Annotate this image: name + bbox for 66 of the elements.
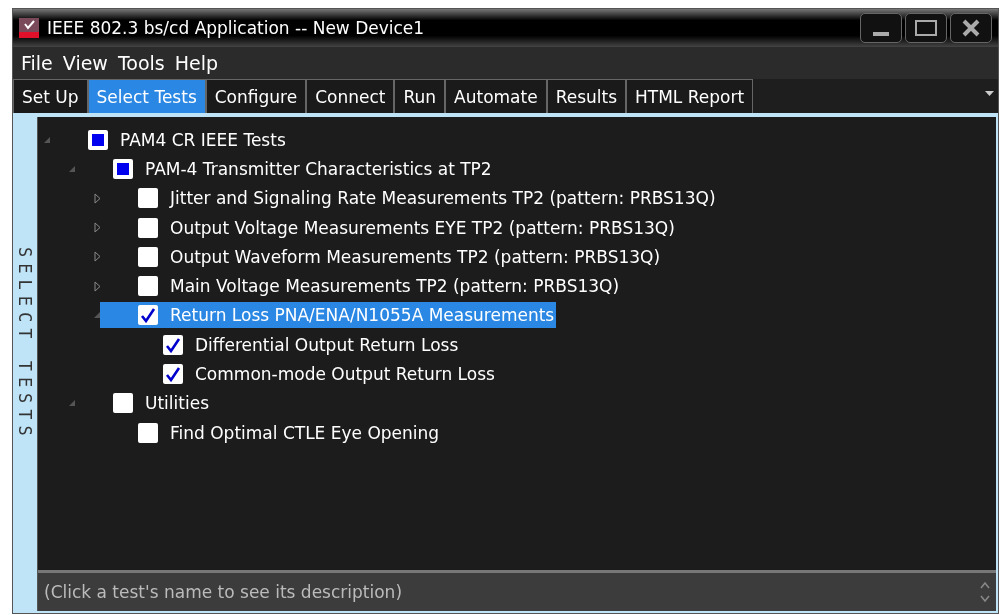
tree-item[interactable]: Output Waveform Measurements TP2 (pattern: PRBS13Q)	[100, 243, 663, 270]
tree-item[interactable]: Main Voltage Measurements TP2 (pattern: PRBS13Q)	[100, 273, 622, 300]
tab[interactable]: Set Up	[13, 79, 88, 113]
tree-item-label: Output Voltage Measurements EYE TP2 (pattern: PRBS13Q)	[170, 217, 675, 238]
scroll-arrows-icon[interactable]	[980, 580, 990, 604]
checkbox[interactable]	[138, 422, 158, 443]
tree-item-label: Differential Output Return Loss	[195, 334, 459, 355]
checkbox[interactable]	[163, 334, 183, 355]
tree-item-label: Find Optimal CTLE Eye Opening	[170, 422, 440, 443]
close-button[interactable]	[950, 13, 992, 43]
tree-item-label: Return Loss PNA/ENA/N1055A Measurements	[170, 305, 555, 326]
collapsed-icon[interactable]	[94, 280, 101, 292]
tree-item[interactable]: Output Voltage Measurements EYE TP2 (pattern: PRBS13Q)	[100, 214, 677, 241]
collapsed-icon[interactable]	[94, 192, 101, 204]
app-icon	[19, 18, 39, 38]
dropdown-caret-icon[interactable]	[985, 91, 994, 96]
collapsed-icon[interactable]	[94, 222, 101, 234]
collapsed-icon[interactable]	[94, 251, 101, 263]
tab[interactable]: Run	[394, 79, 446, 113]
tree-item[interactable]: Differential Output Return Loss	[125, 331, 461, 358]
menu-item[interactable]: View	[62, 52, 108, 74]
tree-item[interactable]: Jitter and Signaling Rate Measurements TP2 (pattern: PRBS13Q)	[100, 185, 718, 212]
tree-item-label: Output Waveform Measurements TP2 (pattern: PRBS13Q)	[170, 246, 661, 267]
tree-item-label: Jitter and Signaling Rate Measurements TP2 (pattern: PRBS13Q)	[170, 188, 716, 209]
description-text: (Click a test's name to see its description)	[44, 582, 402, 602]
tree-item[interactable]: Common-mode Output Return Loss	[125, 361, 497, 387]
checkmark-icon	[140, 307, 156, 324]
tab[interactable]: Configure	[205, 79, 307, 113]
tree-item-label: Common-mode Output Return Loss	[195, 364, 495, 384]
partial-square-icon	[117, 162, 129, 175]
checkbox[interactable]	[138, 305, 158, 326]
checkbox[interactable]	[138, 246, 158, 267]
minimize-button[interactable]	[860, 13, 902, 43]
menu-item[interactable]: File	[21, 52, 53, 74]
tab[interactable]: Select Tests	[87, 79, 206, 113]
checkbox[interactable]	[163, 364, 183, 384]
checkbox[interactable]	[88, 129, 108, 150]
menu-item[interactable]: Help	[174, 52, 219, 74]
checkbox[interactable]	[138, 188, 158, 209]
checkbox[interactable]	[138, 276, 158, 297]
tab[interactable]: Connect	[306, 79, 395, 113]
maximize-icon	[914, 19, 938, 37]
tree-item[interactable]: Utilities	[75, 390, 211, 417]
checkbox[interactable]	[138, 217, 158, 238]
tree-item[interactable]: PAM4 CR IEEE Tests	[50, 126, 288, 153]
checkbox[interactable]	[113, 158, 133, 179]
tree-item[interactable]: Return Loss PNA/ENA/N1055A Measurements	[100, 302, 557, 329]
tree-item[interactable]: Find Optimal CTLE Eye Opening	[100, 419, 442, 446]
checkmark-icon	[165, 366, 181, 382]
minimize-icon	[873, 32, 889, 36]
checkbox[interactable]	[113, 393, 133, 414]
tree-item-label: PAM-4 Transmitter Characteristics at TP2	[145, 158, 492, 179]
menu-item[interactable]: Tools	[117, 52, 165, 74]
partial-square-icon	[92, 133, 104, 146]
checkmark-icon	[165, 336, 181, 353]
maximize-button[interactable]	[905, 13, 947, 43]
tab[interactable]: Results	[546, 79, 627, 113]
window-title: IEEE 802.3 bs/cd Application -- New Device1	[47, 18, 426, 38]
tab[interactable]: HTML Report	[626, 79, 754, 113]
tree-item-label: Main Voltage Measurements TP2 (pattern: PRBS13Q)	[170, 276, 620, 297]
tab[interactable]: Automate	[445, 79, 547, 113]
close-icon	[961, 18, 981, 38]
tree-item[interactable]: PAM-4 Transmitter Characteristics at TP2	[75, 155, 494, 182]
tree-item-label: Utilities	[145, 393, 209, 414]
side-label: SELECT TESTS	[15, 247, 35, 444]
tree-item-label: PAM4 CR IEEE Tests	[120, 129, 286, 150]
